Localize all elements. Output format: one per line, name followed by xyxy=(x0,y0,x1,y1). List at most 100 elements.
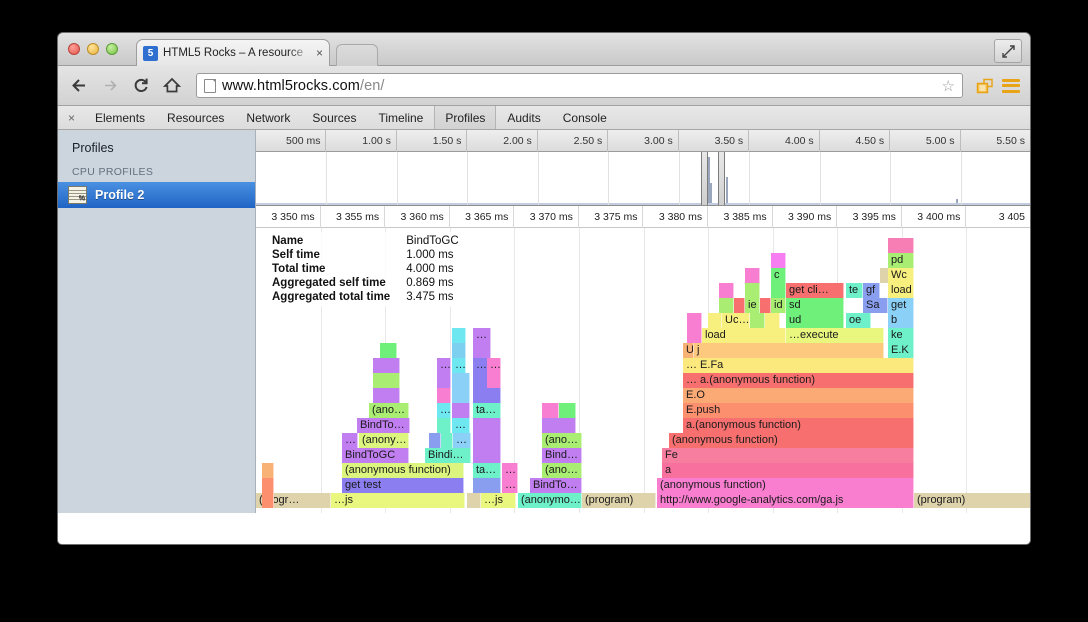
flame-block[interactable]: a.(anonymous function) xyxy=(683,418,914,433)
flame-block[interactable] xyxy=(373,373,400,388)
flame-block[interactable]: ta… xyxy=(473,463,501,478)
address-bar[interactable]: www.html5rocks.com/en/ ☆ xyxy=(196,73,963,98)
tab-elements[interactable]: Elements xyxy=(84,106,156,129)
overview-timeline-ruler[interactable]: 500 ms1.00 s1.50 s2.00 s2.50 s3.00 s3.50… xyxy=(256,130,1030,152)
flame-block[interactable] xyxy=(473,418,501,433)
flame-block[interactable] xyxy=(262,463,274,478)
flame-block[interactable] xyxy=(473,448,501,463)
flame-block[interactable] xyxy=(745,268,760,283)
new-tab-button[interactable] xyxy=(336,44,378,66)
flame-block[interactable] xyxy=(262,493,274,508)
browser-tab[interactable]: 5 HTML5 Rocks – A resource × xyxy=(136,39,330,66)
flame-block[interactable] xyxy=(542,403,559,418)
flame-block[interactable] xyxy=(452,328,466,343)
flame-block[interactable]: … xyxy=(453,433,471,448)
flame-block[interactable] xyxy=(452,403,470,418)
flame-block[interactable] xyxy=(487,373,501,388)
tab-audits[interactable]: Audits xyxy=(496,106,551,129)
flame-block[interactable]: … xyxy=(473,328,491,343)
forward-button[interactable] xyxy=(99,75,121,97)
flame-block[interactable]: a xyxy=(662,463,914,478)
flame-block[interactable]: …js xyxy=(481,493,516,508)
flame-block[interactable] xyxy=(888,238,914,253)
flame-block[interactable] xyxy=(708,313,722,328)
flame-block[interactable]: id xyxy=(771,298,786,313)
tab-network[interactable]: Network xyxy=(235,106,301,129)
flame-block[interactable]: E.push xyxy=(683,403,914,418)
flame-block[interactable]: b xyxy=(888,313,914,328)
cpu-overview-graph[interactable] xyxy=(256,152,1030,206)
flame-block[interactable] xyxy=(771,283,786,298)
close-tab-icon[interactable]: × xyxy=(316,46,323,60)
flame-block[interactable] xyxy=(373,358,400,373)
flame-block[interactable]: … xyxy=(502,463,518,478)
flame-block[interactable]: … xyxy=(452,358,466,373)
flame-block[interactable] xyxy=(441,433,453,448)
flame-block[interactable]: load xyxy=(888,283,914,298)
flame-block[interactable]: oe xyxy=(846,313,871,328)
flame-block[interactable]: … E.Fa xyxy=(683,358,914,373)
flame-block[interactable]: get cli… xyxy=(786,283,844,298)
flame-block[interactable]: get test xyxy=(342,478,464,493)
flame-block[interactable] xyxy=(559,403,576,418)
flame-block[interactable]: Bindi… xyxy=(425,448,471,463)
flame-block[interactable]: (ano… xyxy=(542,433,582,448)
flame-block[interactable] xyxy=(473,388,501,403)
flame-block[interactable] xyxy=(750,313,765,328)
extension-icon[interactable] xyxy=(976,78,993,94)
flame-block[interactable] xyxy=(437,388,451,403)
flame-block[interactable]: j xyxy=(694,343,884,358)
flame-block[interactable]: … xyxy=(487,358,501,373)
flame-block[interactable] xyxy=(452,373,470,388)
flame-block[interactable]: (ano… xyxy=(542,463,582,478)
flame-block[interactable] xyxy=(771,253,786,268)
flame-block[interactable]: Bind… xyxy=(542,448,582,463)
flame-block[interactable]: (program) xyxy=(914,493,1030,508)
flame-block[interactable]: U xyxy=(683,343,694,358)
flame-block[interactable] xyxy=(765,313,780,328)
flame-block[interactable]: E.K xyxy=(888,343,914,358)
flame-block[interactable]: (anonymo… xyxy=(518,493,582,508)
minimize-window-button[interactable] xyxy=(87,43,99,55)
flame-block[interactable]: … a.(anonymous function) xyxy=(683,373,914,388)
flame-block[interactable] xyxy=(429,433,441,448)
flame-block[interactable]: (anonymous function) xyxy=(657,478,914,493)
flame-block[interactable] xyxy=(373,388,400,403)
fullscreen-button[interactable] xyxy=(994,39,1022,63)
flame-block[interactable]: (program) xyxy=(582,493,656,508)
flame-block[interactable]: load xyxy=(702,328,786,343)
flame-block[interactable] xyxy=(687,328,702,343)
flame-block[interactable]: BindToGC xyxy=(342,448,409,463)
flame-block[interactable]: BindTo… xyxy=(357,418,410,433)
flame-block[interactable] xyxy=(467,493,481,508)
devtools-close-icon[interactable]: × xyxy=(62,106,84,129)
flame-block[interactable] xyxy=(452,388,470,403)
flame-block[interactable]: ta… xyxy=(473,403,501,418)
tab-profiles[interactable]: Profiles xyxy=(434,106,496,129)
flame-block[interactable]: … xyxy=(437,358,451,373)
flame-block[interactable]: gf xyxy=(863,283,880,298)
reload-button[interactable] xyxy=(130,75,152,97)
flame-block[interactable]: E.O xyxy=(683,388,914,403)
flame-block[interactable] xyxy=(542,418,576,433)
flame-block[interactable] xyxy=(437,373,451,388)
flame-block[interactable]: te xyxy=(846,283,863,298)
flame-block[interactable]: BindTo… xyxy=(530,478,582,493)
flame-block[interactable]: … xyxy=(437,403,451,418)
flame-block[interactable]: … xyxy=(502,478,518,493)
flame-block[interactable]: Uc… xyxy=(722,313,750,328)
sidebar-item-profile-2[interactable]: % Profile 2 xyxy=(58,182,255,208)
tab-resources[interactable]: Resources xyxy=(156,106,235,129)
flame-block[interactable] xyxy=(719,283,734,298)
flame-block[interactable]: (anonymous function) xyxy=(669,433,914,448)
flame-block[interactable]: http://www.google-analytics.com/ga.js xyxy=(657,493,914,508)
flame-block[interactable] xyxy=(473,343,491,358)
flame-block[interactable]: ud xyxy=(786,313,844,328)
zoom-window-button[interactable] xyxy=(106,43,118,55)
flame-block[interactable]: …execute xyxy=(786,328,884,343)
flame-block[interactable]: sd xyxy=(786,298,844,313)
tab-timeline[interactable]: Timeline xyxy=(367,106,434,129)
flame-chart[interactable]: NameBindToGC Self time1.000 ms Total tim… xyxy=(256,228,1030,513)
flame-block[interactable]: ke xyxy=(888,328,914,343)
flame-block[interactable]: … xyxy=(452,418,470,433)
